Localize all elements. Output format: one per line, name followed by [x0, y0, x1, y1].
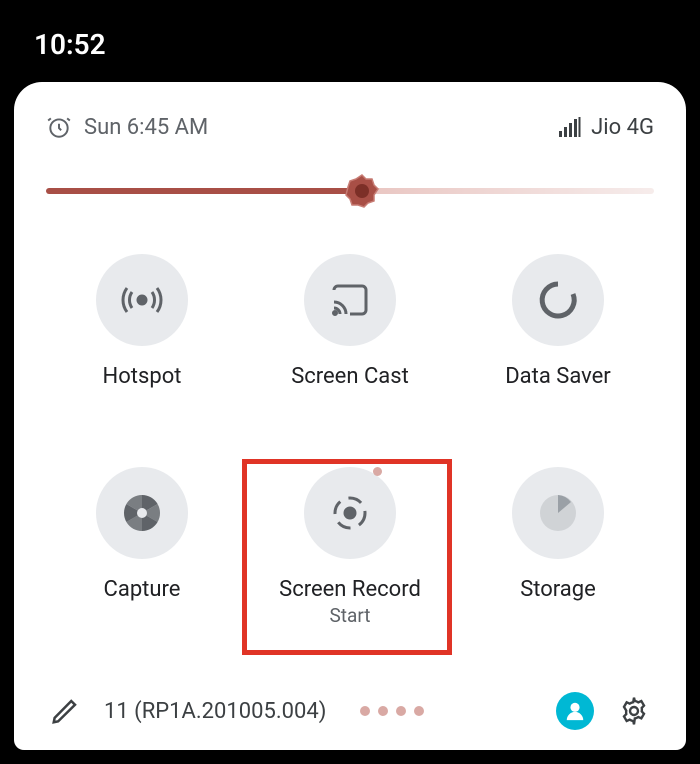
quick-settings-panel: Sun 6:45 AM Jio 4G	[14, 82, 686, 750]
carrier-label: Jio 4G	[591, 115, 654, 140]
page-dot	[360, 706, 370, 716]
page-indicator	[360, 706, 424, 716]
hotspot-icon	[96, 254, 188, 346]
page-dot	[396, 706, 406, 716]
brightness-thumb[interactable]	[344, 173, 380, 209]
tile-label: Screen Cast	[291, 364, 409, 389]
datasaver-icon	[512, 254, 604, 346]
gear-icon[interactable]	[618, 695, 650, 727]
tile-datasaver[interactable]: Data Saver	[454, 254, 662, 389]
tile-storage[interactable]: Storage	[454, 467, 662, 627]
storage-icon	[512, 467, 604, 559]
alarm-icon	[46, 114, 72, 140]
brightness-slider[interactable]	[46, 188, 654, 194]
cast-icon	[304, 254, 396, 346]
tile-capture[interactable]: Capture	[38, 467, 246, 627]
overlay-clock: 10:52	[34, 28, 106, 61]
tile-sublabel: Start	[330, 604, 371, 627]
record-icon	[304, 467, 396, 559]
tile-label: Screen Record	[279, 577, 421, 602]
status-row: Sun 6:45 AM Jio 4G	[38, 114, 662, 164]
tile-hotspot[interactable]: Hotspot	[38, 254, 246, 389]
build-number[interactable]: 11 (RP1A.201005.004)	[104, 699, 326, 724]
tile-screenrecord[interactable]: Screen Record Start	[246, 467, 454, 627]
notification-dot	[373, 467, 382, 476]
tile-label: Capture	[104, 577, 181, 602]
tile-screencast[interactable]: Screen Cast	[246, 254, 454, 389]
page-dot	[414, 706, 424, 716]
status-left: Sun 6:45 AM	[46, 114, 208, 140]
signal-icon	[559, 117, 581, 137]
page-dot	[378, 706, 388, 716]
status-time: Sun 6:45 AM	[84, 115, 208, 140]
bottom-bar: 11 (RP1A.201005.004)	[38, 686, 662, 730]
user-avatar[interactable]	[556, 692, 594, 730]
edit-icon[interactable]	[50, 696, 80, 726]
tiles-grid: Hotspot Screen Cast Data Saver	[38, 254, 662, 686]
capture-icon	[96, 467, 188, 559]
tile-label: Hotspot	[103, 364, 182, 389]
tile-label: Data Saver	[505, 364, 611, 389]
tile-label: Storage	[520, 577, 596, 602]
status-right: Jio 4G	[559, 115, 654, 140]
